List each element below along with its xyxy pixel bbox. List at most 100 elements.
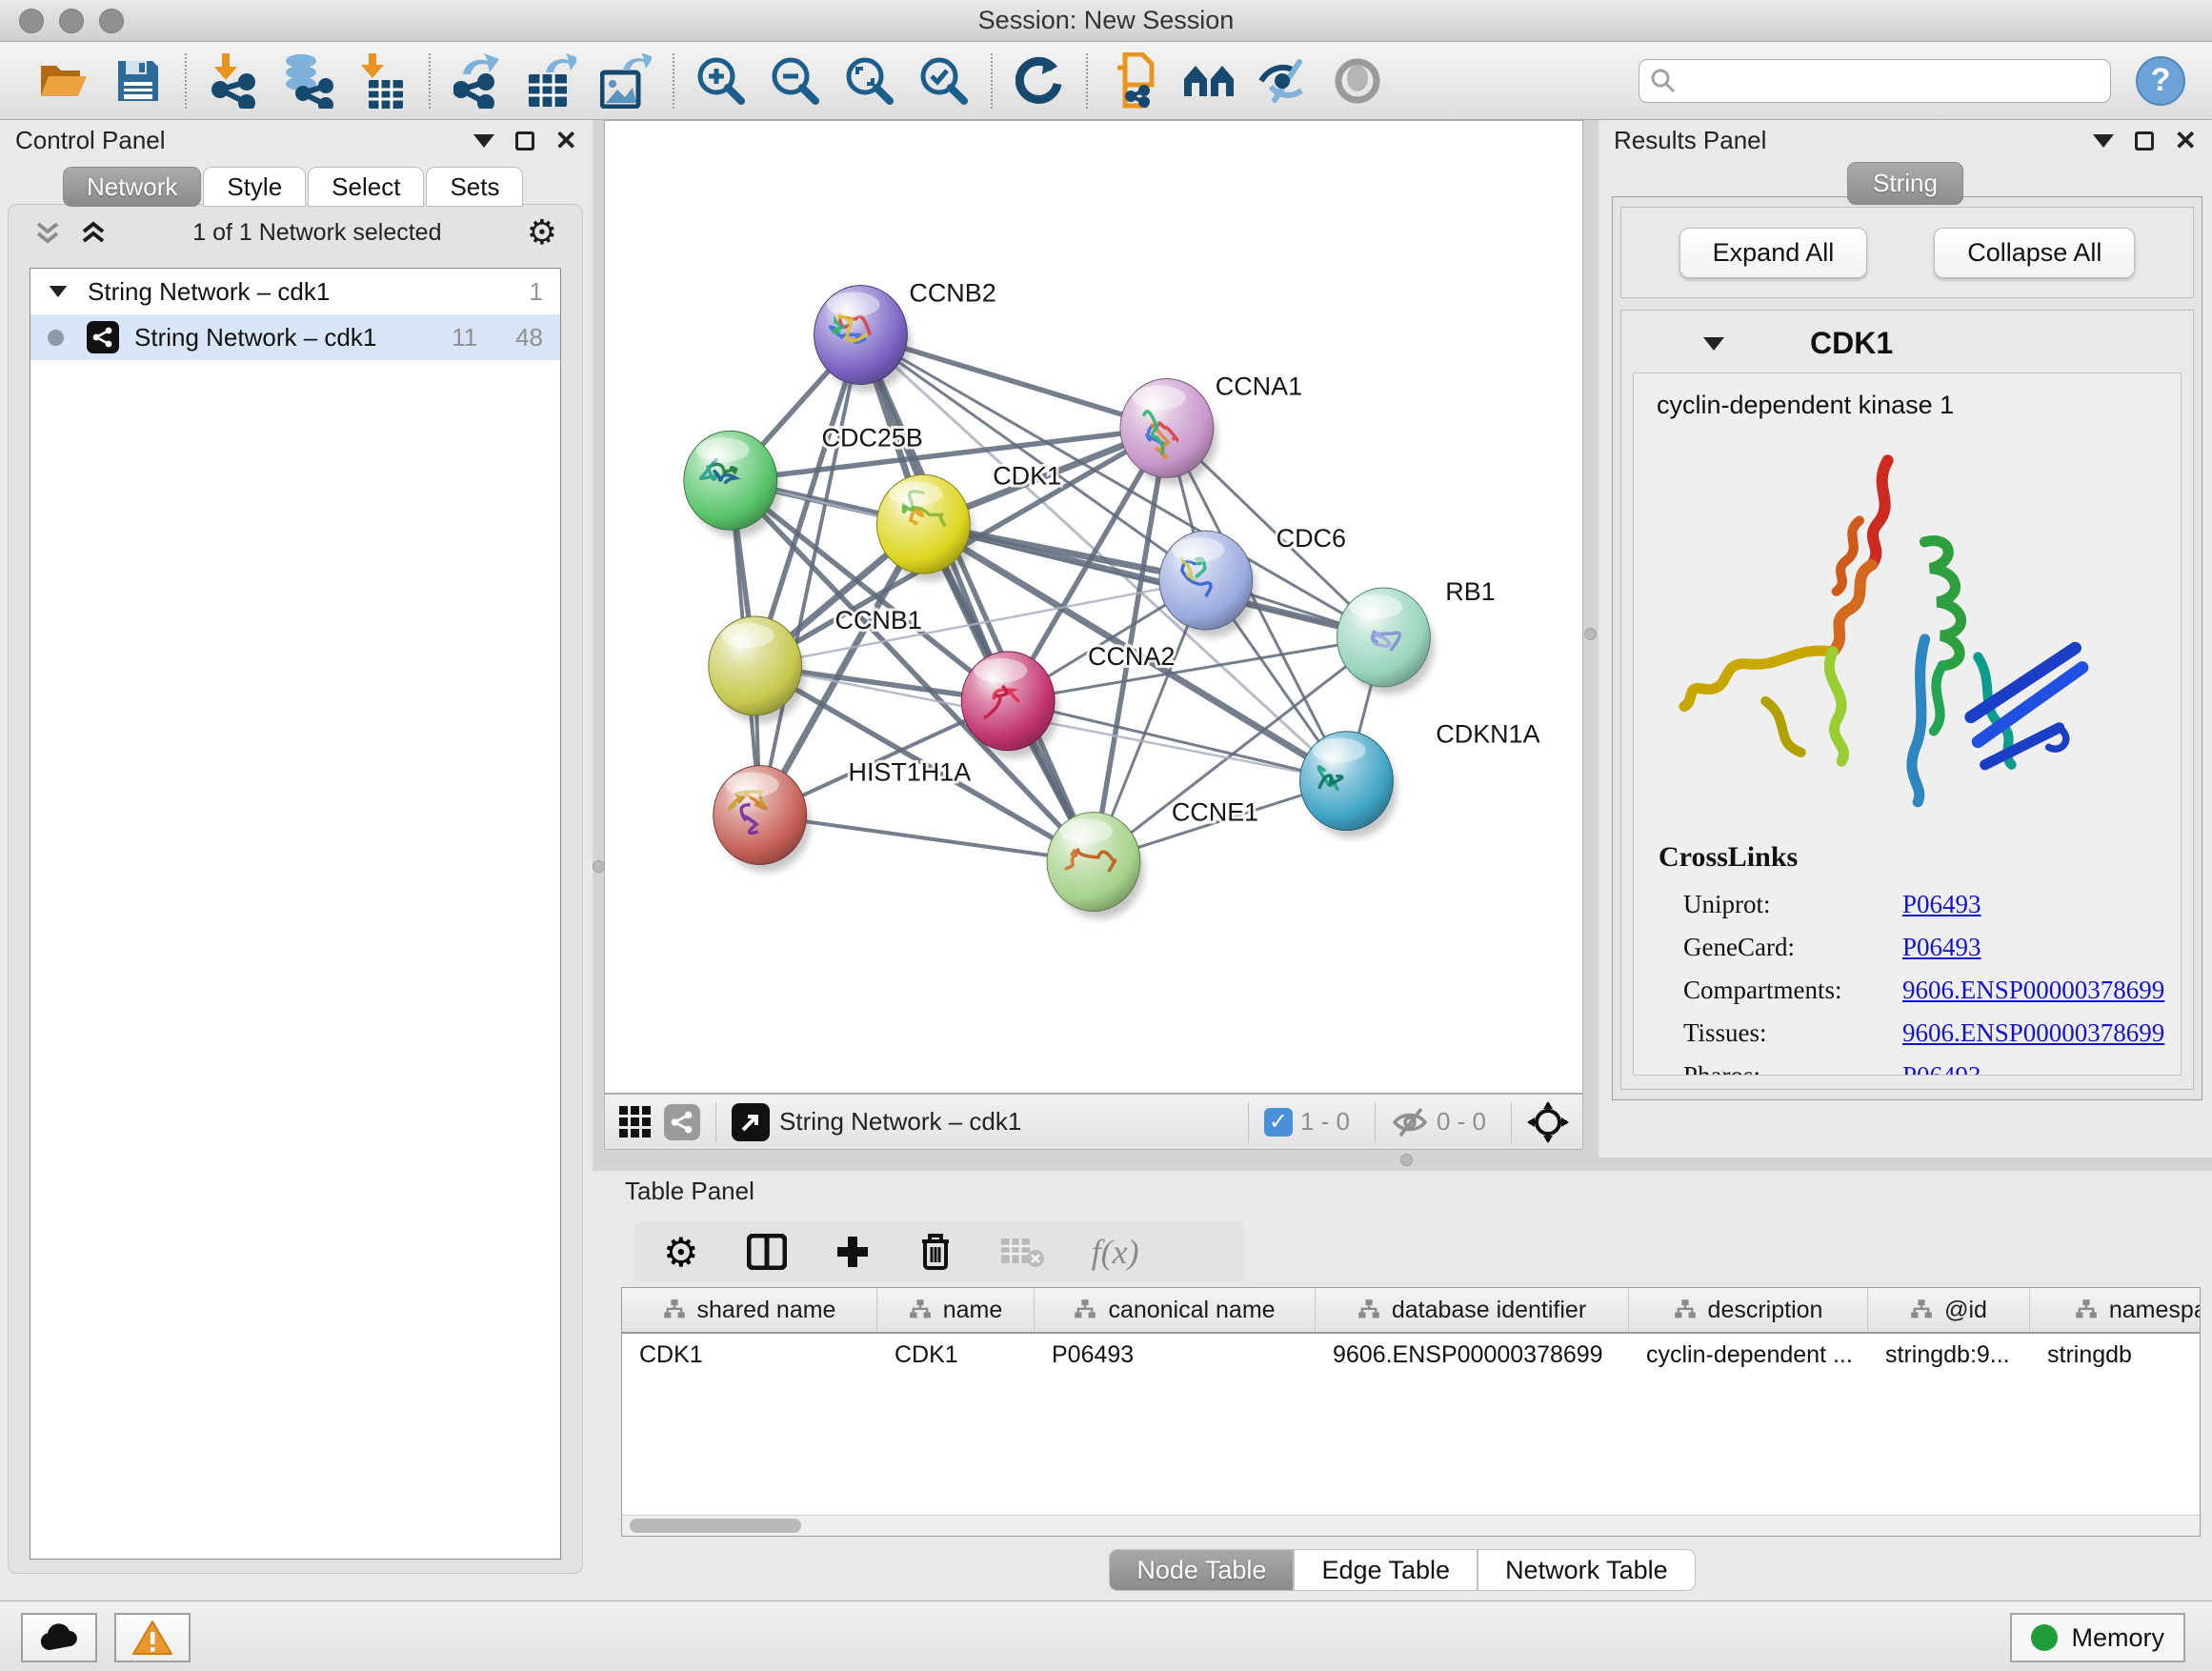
refresh-layout-icon[interactable]: [1002, 50, 1076, 112]
table-horizontal-scrollbar[interactable]: [622, 1515, 2200, 1536]
import-table-file-icon[interactable]: [345, 50, 419, 112]
network-options-gear-icon[interactable]: ⚙: [527, 215, 557, 250]
panel-menu-icon[interactable]: [2093, 134, 2114, 148]
node-CCNB2[interactable]: [814, 286, 912, 393]
crosslink-link[interactable]: 9606.ENSP00000378699: [1902, 1018, 2164, 1048]
panel-menu-icon[interactable]: [473, 134, 494, 148]
crosslink-link[interactable]: P06493: [1902, 890, 1981, 919]
column-header-canonical-name[interactable]: canonical name: [1035, 1288, 1316, 1332]
grid-view-icon[interactable]: [618, 1105, 653, 1139]
selected-nodes-checkbox-icon[interactable]: ✓: [1264, 1108, 1293, 1137]
panel-float-icon[interactable]: [515, 131, 534, 151]
tab-sets[interactable]: Sets: [426, 167, 523, 207]
node-CCNA1[interactable]: [1120, 378, 1217, 485]
birds-eye-view-icon[interactable]: [732, 1103, 770, 1141]
node-CCNE1[interactable]: [1047, 813, 1144, 919]
tab-network[interactable]: Network: [63, 167, 201, 207]
tab-style[interactable]: Style: [203, 167, 306, 207]
memory-button[interactable]: Memory: [2010, 1613, 2185, 1662]
expand-all-button[interactable]: Expand All: [1679, 228, 1868, 278]
table-cell[interactable]: 9606.ENSP00000378699: [1316, 1334, 1629, 1378]
zoom-fit-icon[interactable]: [833, 50, 907, 112]
network-view-title: String Network – cdk1: [779, 1107, 1233, 1137]
show-columns-icon[interactable]: [747, 1234, 787, 1270]
table-cell[interactable]: stringdb:9...: [1868, 1334, 2030, 1378]
function-builder-icon[interactable]: f(x): [1092, 1232, 1139, 1272]
right-splitter[interactable]: [1583, 120, 1599, 1158]
table-cell[interactable]: CDK1: [877, 1334, 1035, 1378]
hide-glass-icon[interactable]: [1246, 50, 1320, 112]
results-panel-title: Results Panel: [1614, 126, 1766, 155]
collapse-all-networks-icon[interactable]: [33, 218, 62, 247]
copy-network-icon[interactable]: [1097, 50, 1172, 112]
tab-network-table[interactable]: Network Table: [1478, 1549, 1696, 1591]
save-session-icon[interactable]: [101, 50, 175, 112]
column-header-namespace[interactable]: namespace: [2030, 1288, 2201, 1332]
collapse-all-button[interactable]: Collapse All: [1934, 228, 2135, 278]
zoom-in-icon[interactable]: [684, 50, 758, 112]
table-row[interactable]: CDK1CDK1P064939606.ENSP00000378699cyclin…: [622, 1334, 2200, 1378]
panel-float-icon[interactable]: [2135, 131, 2154, 151]
hidden-elements-icon[interactable]: [1391, 1107, 1429, 1137]
gray-eye-icon[interactable]: [1320, 50, 1395, 112]
cloud-button[interactable]: [21, 1613, 97, 1662]
panel-close-icon[interactable]: ✕: [2175, 131, 2197, 151]
scrollbar-thumb[interactable]: [630, 1519, 801, 1533]
open-session-icon[interactable]: [27, 50, 101, 112]
tab-select[interactable]: Select: [308, 167, 424, 207]
export-network-icon[interactable]: [440, 50, 514, 112]
search-input[interactable]: [1683, 68, 2099, 94]
tab-string[interactable]: String: [1847, 162, 1963, 205]
crosslink-link[interactable]: P06493: [1902, 1061, 1981, 1076]
node-RB1[interactable]: [1337, 588, 1434, 695]
edge-CCNA2-CDKN1A[interactable]: [1008, 701, 1346, 781]
zoom-out-icon[interactable]: [758, 50, 833, 112]
table-cell[interactable]: CDK1: [622, 1334, 877, 1378]
expand-all-networks-icon[interactable]: [79, 218, 108, 247]
column-header-shared-name[interactable]: shared name: [622, 1288, 877, 1332]
delete-table-icon[interactable]: [1000, 1236, 1044, 1268]
tab-node-table[interactable]: Node Table: [1109, 1549, 1294, 1591]
node-table[interactable]: shared namenamecanonical namedatabase id…: [621, 1287, 2201, 1537]
column-header-description[interactable]: description: [1629, 1288, 1868, 1332]
node-CDK1[interactable]: [876, 474, 974, 581]
window-minimize-icon[interactable]: [59, 9, 84, 33]
import-network-file-icon[interactable]: [196, 50, 271, 112]
window-zoom-icon[interactable]: [99, 9, 124, 33]
network-collection-row[interactable]: String Network – cdk1 1: [30, 269, 560, 314]
warnings-button[interactable]: [114, 1613, 191, 1662]
column-header--id[interactable]: @id: [1868, 1288, 2030, 1332]
add-column-icon[interactable]: [835, 1234, 871, 1270]
node-HIST1H1A[interactable]: [714, 766, 811, 873]
tab-edge-table[interactable]: Edge Table: [1294, 1549, 1478, 1591]
column-header-database-identifier[interactable]: database identifier: [1316, 1288, 1629, 1332]
network-view-share-icon[interactable]: [664, 1104, 700, 1140]
export-table-icon[interactable]: [514, 50, 589, 112]
gene-section-collapse-icon[interactable]: [1703, 337, 1724, 351]
export-image-icon[interactable]: [589, 50, 663, 112]
network-graph[interactable]: CCNB2CCNA1CDC25BCDK1CDC6RB1CCNB1CCNA2CDK…: [605, 121, 1582, 1093]
window-close-icon[interactable]: [19, 9, 44, 33]
table-cell[interactable]: cyclin-dependent ...: [1629, 1334, 1868, 1378]
delete-column-icon[interactable]: [918, 1232, 953, 1272]
collection-expand-icon[interactable]: [50, 286, 68, 297]
table-settings-gear-icon[interactable]: ⚙: [663, 1229, 699, 1276]
table-cell[interactable]: stringdb: [2030, 1334, 2201, 1378]
crosslink-link[interactable]: P06493: [1902, 933, 1981, 962]
help-icon[interactable]: ?: [2136, 56, 2185, 106]
node-CCNA2[interactable]: [961, 652, 1058, 758]
center-view-icon[interactable]: [1527, 1101, 1569, 1143]
search-field[interactable]: [1639, 59, 2111, 103]
crosslink-link[interactable]: 9606.ENSP00000378699: [1902, 976, 2164, 1005]
node-CDKN1A[interactable]: [1300, 732, 1398, 838]
string-home-icon[interactable]: [1172, 50, 1246, 112]
node-CDC25B[interactable]: [684, 431, 781, 537]
table-cell[interactable]: P06493: [1035, 1334, 1316, 1378]
network-row[interactable]: String Network – cdk1 11 48: [30, 314, 560, 360]
panel-close-icon[interactable]: ✕: [555, 131, 577, 151]
network-name: String Network – cdk1: [134, 323, 376, 352]
import-network-database-icon[interactable]: [271, 50, 345, 112]
zoom-selected-icon[interactable]: [907, 50, 981, 112]
column-header-name[interactable]: name: [877, 1288, 1035, 1332]
network-canvas[interactable]: CCNB2CCNA1CDC25BCDK1CDC6RB1CCNB1CCNA2CDK…: [604, 120, 1583, 1094]
